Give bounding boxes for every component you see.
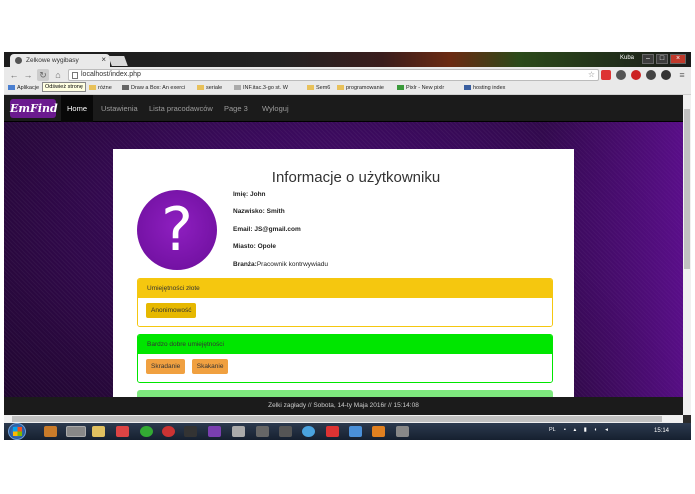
- panel-body: Skradanie Skakanie: [138, 354, 552, 382]
- url-text: localhost/index.php: [81, 71, 141, 78]
- screen: Zelkowe wygibasy × Kuba – □ × ← → ↻ ⌂ lo…: [4, 52, 691, 440]
- home-icon[interactable]: ⌂: [52, 69, 64, 81]
- scrollbar-thumb[interactable]: [12, 416, 662, 422]
- folder-icon: [307, 85, 314, 90]
- taskbar-vs-icon[interactable]: [208, 426, 221, 437]
- skill-chip[interactable]: Skradanie: [146, 359, 186, 374]
- page-icon: [122, 85, 129, 90]
- skills-panel-very-good: Bardzo dobre umiejętności Skradanie Skak…: [137, 334, 553, 383]
- extension-icon-3[interactable]: [661, 70, 671, 80]
- close-button[interactable]: ×: [670, 54, 686, 64]
- bookmark-item[interactable]: programowanie: [337, 85, 384, 91]
- taskbar-app-icon[interactable]: [326, 426, 339, 437]
- nav-logout[interactable]: Wyloguj: [256, 95, 295, 122]
- page-title: Informacje o użytkowniku: [271, 169, 441, 186]
- taskbar-chrome-icon[interactable]: [66, 426, 86, 437]
- address-bar[interactable]: localhost/index.php ☆: [68, 69, 599, 81]
- field-email: Email: JS@gmail.com: [233, 226, 301, 233]
- bookmark-item[interactable]: INF.itac.3-go st. W: [234, 85, 288, 91]
- skill-chip[interactable]: Anonimowość: [146, 303, 197, 318]
- browser-titlebar: Zelkowe wygibasy × Kuba – □ ×: [4, 52, 691, 67]
- nav-settings[interactable]: Ustawienia: [95, 95, 144, 122]
- site-navbar: EmFind Home Ustawienia Lista pracodawców…: [4, 95, 683, 122]
- site-footer: Zelki zagłady // Sobota, 14-ty Maja 2016…: [4, 397, 683, 415]
- forward-icon[interactable]: →: [22, 69, 34, 81]
- reload-icon[interactable]: ↻: [37, 69, 49, 81]
- browser-tab[interactable]: Zelkowe wygibasy ×: [10, 54, 110, 67]
- skills-panel-gold: Umiejętności złote Anonimowość: [137, 278, 553, 327]
- back-icon[interactable]: ←: [8, 69, 20, 81]
- page-icon: [234, 85, 241, 90]
- taskbar-app-icon[interactable]: [232, 426, 245, 437]
- bookmark-item[interactable]: Sem6: [307, 85, 330, 91]
- bookmarks-bar: Aplikacje różne Draw a Box: An exerci se…: [4, 83, 691, 95]
- extension-gmail-icon[interactable]: [601, 70, 611, 80]
- tray-icons[interactable]: ▪ ▴ ▮ ◐ ◂: [564, 427, 611, 433]
- horizontal-scrollbar[interactable]: [4, 415, 683, 423]
- browser-toolbar: ← → ↻ ⌂ localhost/index.php ☆ ≡: [4, 67, 691, 83]
- page-icon: [464, 85, 471, 90]
- taskbar-app-icon[interactable]: [116, 426, 129, 437]
- web-page: EmFind Home Ustawienia Lista pracodawców…: [4, 95, 683, 415]
- profile-name[interactable]: Kuba: [620, 55, 634, 61]
- taskbar-app-icon[interactable]: [349, 426, 362, 437]
- reload-tooltip: Odśwież stronę: [42, 82, 86, 92]
- new-tab-button[interactable]: [108, 56, 128, 66]
- folder-icon: [89, 85, 96, 90]
- bookmark-item[interactable]: różne: [89, 85, 112, 91]
- skill-chip[interactable]: Skakanie: [191, 359, 229, 374]
- field-first-name: Imię: John: [233, 191, 266, 198]
- windows-taskbar: PL ▪ ▴ ▮ ◐ ◂ 15:14: [4, 423, 691, 440]
- taskbar-app-icon[interactable]: [279, 426, 292, 437]
- bookmark-item[interactable]: Draw a Box: An exerci: [122, 85, 185, 91]
- bookmark-item[interactable]: hosting index: [464, 85, 505, 91]
- bookmark-item[interactable]: Pixlr - New pixlr: [397, 85, 444, 91]
- tab-title: Zelkowe wygibasy: [26, 57, 79, 64]
- nav-home[interactable]: Home: [61, 95, 94, 122]
- tray-language[interactable]: PL: [549, 427, 556, 433]
- menu-icon[interactable]: ≡: [676, 69, 688, 81]
- field-last-name: Nazwisko: Smith: [233, 208, 285, 215]
- tab-close-icon[interactable]: ×: [101, 55, 106, 64]
- page-icon: [72, 72, 78, 79]
- vertical-scrollbar[interactable]: [683, 95, 691, 415]
- taskbar-app-icon[interactable]: [162, 426, 175, 437]
- pixlr-icon: [397, 85, 404, 90]
- taskbar-app-icon[interactable]: [396, 426, 409, 437]
- field-city: Miasto: Opole: [233, 243, 276, 250]
- nav-page3[interactable]: Page 3: [218, 95, 254, 122]
- question-mark-icon: ?: [161, 195, 193, 265]
- favicon-icon: [15, 57, 22, 64]
- bookmark-item[interactable]: seriale: [197, 85, 222, 91]
- taskbar-skype-icon[interactable]: [302, 426, 315, 437]
- scrollbar-thumb[interactable]: [684, 109, 690, 269]
- windows-logo-icon: [13, 427, 22, 436]
- bookmark-apps[interactable]: Aplikacje: [8, 85, 39, 91]
- taskbar-clock[interactable]: 15:14: [654, 428, 669, 434]
- extension-icon[interactable]: [616, 70, 626, 80]
- folder-icon: [337, 85, 344, 90]
- taskbar-app-icon[interactable]: [140, 426, 153, 437]
- panel-heading: Umiejętności złote: [138, 279, 552, 298]
- brand-logo[interactable]: EmFind: [10, 99, 58, 118]
- taskbar-app-icon[interactable]: [372, 426, 385, 437]
- adblock-icon[interactable]: [631, 70, 641, 80]
- avatar: ?: [137, 190, 217, 270]
- taskbar-explorer-icon[interactable]: [92, 426, 105, 437]
- taskbar-app-icon[interactable]: [256, 426, 269, 437]
- taskbar-app-icon[interactable]: [44, 426, 57, 437]
- bookmark-star-icon[interactable]: ☆: [588, 70, 595, 79]
- panel-heading: Bardzo dobre umiejętności: [138, 335, 552, 354]
- start-button[interactable]: [8, 423, 26, 440]
- field-industry: Branża:Pracownik kontrwywiadu: [233, 261, 329, 268]
- folder-icon: [197, 85, 204, 90]
- profile-card: Informacje o użytkowniku ? Imię: John Na…: [113, 149, 574, 415]
- apps-icon: [8, 85, 15, 90]
- maximize-button[interactable]: □: [656, 54, 668, 64]
- panel-body: Anonimowość: [138, 298, 552, 326]
- extension-icon-2[interactable]: [646, 70, 656, 80]
- minimize-button[interactable]: –: [642, 54, 654, 64]
- taskbar-app-icon[interactable]: [184, 426, 197, 437]
- nav-employers[interactable]: Lista pracodawców: [143, 95, 219, 122]
